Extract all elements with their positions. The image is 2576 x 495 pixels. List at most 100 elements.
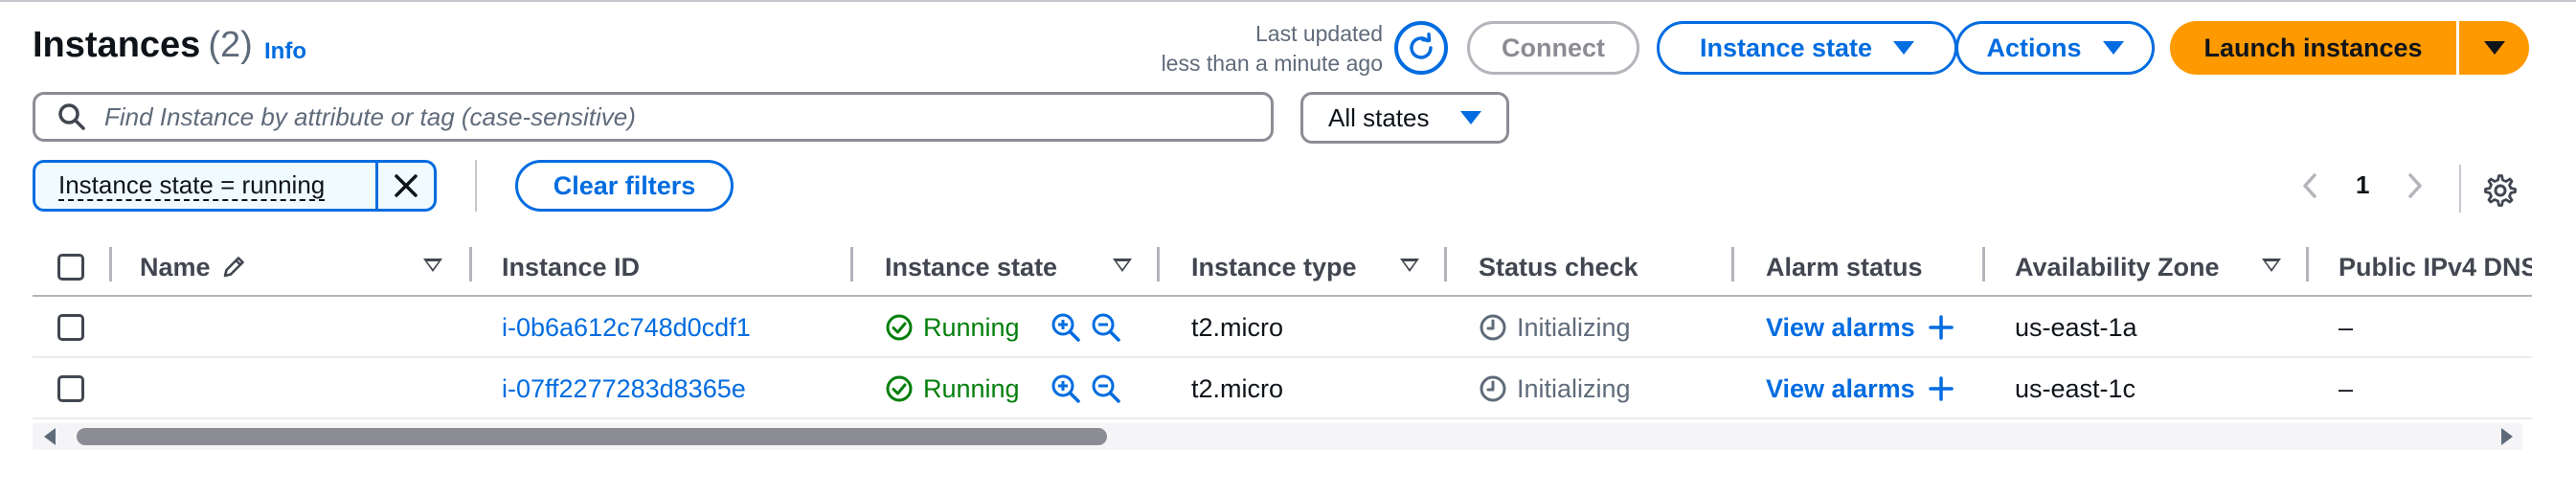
filter-token: Instance state = running bbox=[33, 160, 437, 212]
column-divider bbox=[1731, 247, 1734, 281]
actions-label: Actions bbox=[1986, 33, 2082, 62]
search-input[interactable] bbox=[104, 101, 1206, 132]
column-header-name[interactable]: Name bbox=[140, 237, 247, 297]
launch-instances-button[interactable]: Launch instances bbox=[2170, 21, 2459, 75]
pencil-icon bbox=[223, 257, 244, 278]
current-page[interactable]: 1 bbox=[2356, 170, 2369, 200]
filter-token-text: Instance state = running bbox=[58, 170, 326, 201]
column-header-instance-type[interactable]: Instance type bbox=[1191, 237, 1357, 297]
chevron-left-icon[interactable] bbox=[2300, 171, 2319, 200]
column-divider bbox=[1982, 247, 1985, 281]
page-title-text: Instances bbox=[33, 25, 201, 65]
sort-icon[interactable] bbox=[423, 259, 442, 272]
column-header-status-check[interactable]: Status check bbox=[1479, 237, 1638, 297]
view-alarms-label: View alarms bbox=[1766, 312, 1915, 342]
caret-down-icon bbox=[1893, 41, 1915, 55]
column-divider bbox=[1157, 247, 1160, 281]
launch-instances-split-button: Launch instances bbox=[2170, 21, 2529, 75]
public-dns-cell: – bbox=[2339, 312, 2354, 342]
actions-dropdown[interactable]: Actions bbox=[1955, 21, 2155, 75]
instance-count: (2) bbox=[208, 25, 253, 65]
last-updated: Last updated less than a minute ago bbox=[1101, 19, 1383, 79]
zoom-out-icon[interactable] bbox=[1091, 373, 1121, 404]
column-label: Instance ID bbox=[502, 252, 641, 281]
row-checkbox[interactable] bbox=[57, 375, 84, 402]
view-alarms-label: View alarms bbox=[1766, 373, 1915, 403]
view-alarms-link[interactable]: View alarms bbox=[1766, 297, 1954, 358]
instances-page: Instances (2) Info Last updated less than… bbox=[0, 0, 2576, 495]
chevron-right-icon[interactable] bbox=[2406, 171, 2425, 200]
view-alarms-link[interactable]: View alarms bbox=[1766, 358, 1954, 419]
page-title: Instances (2) bbox=[33, 25, 253, 66]
select-all-checkbox[interactable] bbox=[57, 254, 84, 281]
instance-type-cell: t2.micro bbox=[1191, 312, 1284, 342]
column-header-alarm-status[interactable]: Alarm status bbox=[1766, 237, 1923, 297]
pagination: 1 bbox=[2300, 170, 2425, 200]
last-updated-time: less than a minute ago bbox=[1161, 51, 1383, 76]
column-label: Name bbox=[140, 252, 211, 281]
public-dns-cell: – bbox=[2339, 373, 2354, 403]
search-field[interactable] bbox=[33, 92, 1274, 142]
instance-id-link[interactable]: i-07ff2277283d8365e bbox=[502, 358, 746, 419]
column-divider bbox=[469, 247, 472, 281]
instance-type-cell: t2.micro bbox=[1191, 373, 1284, 403]
row-checkbox[interactable] bbox=[57, 314, 84, 341]
pagination-divider bbox=[2459, 165, 2461, 213]
last-updated-label: Last updated bbox=[1254, 21, 1383, 46]
launch-options-dropdown[interactable] bbox=[2459, 21, 2529, 75]
caret-down-icon bbox=[2102, 41, 2124, 55]
pending-clock-icon bbox=[1480, 314, 1506, 341]
remove-filter-button[interactable] bbox=[378, 163, 434, 209]
add-alarm-icon[interactable] bbox=[1928, 315, 1954, 340]
status-check-cell: Initializing bbox=[1479, 358, 1631, 419]
zoom-in-icon[interactable] bbox=[1051, 373, 1081, 404]
state-actions bbox=[1051, 373, 1121, 404]
status-check-cell: Initializing bbox=[1479, 297, 1631, 358]
instance-state-text: Running bbox=[923, 373, 1020, 403]
state-filter-select[interactable]: All states bbox=[1300, 92, 1509, 144]
instance-id-link[interactable]: i-0b6a612c748d0cdf1 bbox=[502, 297, 751, 358]
clear-filters-button[interactable]: Clear filters bbox=[515, 160, 734, 212]
column-header-availability-zone[interactable]: Availability Zone bbox=[2015, 237, 2220, 297]
sort-icon[interactable] bbox=[1113, 259, 1132, 272]
column-label: Availability Zone bbox=[2015, 252, 2220, 281]
filter-divider bbox=[475, 160, 477, 212]
column-header-instance-id[interactable]: Instance ID bbox=[502, 237, 640, 297]
instance-state-label: Instance state bbox=[1699, 33, 1873, 62]
instance-state-dropdown[interactable]: Instance state bbox=[1657, 21, 1957, 75]
filter-token-label[interactable]: Instance state = running bbox=[35, 163, 378, 209]
column-divider bbox=[1444, 247, 1447, 281]
connect-button[interactable]: Connect bbox=[1467, 21, 1639, 75]
column-header-public-ipv4-dns[interactable]: Public IPv4 DNS bbox=[2339, 237, 2532, 297]
instance-state-cell: Running bbox=[885, 297, 1121, 358]
caret-down-icon bbox=[2483, 41, 2505, 55]
info-link[interactable]: Info bbox=[264, 38, 306, 65]
top-border bbox=[0, 0, 2576, 6]
gear-icon bbox=[2484, 174, 2517, 207]
status-check-text: Initializing bbox=[1517, 373, 1631, 403]
scroll-right-arrow-icon[interactable] bbox=[2501, 428, 2513, 445]
state-filter-value: All states bbox=[1328, 102, 1430, 132]
status-check-text: Initializing bbox=[1517, 312, 1631, 342]
add-alarm-icon[interactable] bbox=[1928, 376, 1954, 401]
sort-icon[interactable] bbox=[1400, 259, 1419, 272]
refresh-icon bbox=[1410, 33, 1433, 59]
column-divider bbox=[109, 247, 112, 281]
column-label: Instance state bbox=[885, 252, 1058, 281]
column-label: Status check bbox=[1479, 252, 1638, 281]
connect-label: Connect bbox=[1502, 33, 1605, 62]
clear-filters-label: Clear filters bbox=[553, 170, 696, 200]
zoom-in-icon[interactable] bbox=[1051, 312, 1081, 343]
refresh-button[interactable] bbox=[1394, 21, 1448, 75]
column-header-instance-state[interactable]: Instance state bbox=[885, 237, 1057, 297]
scrollbar-thumb[interactable] bbox=[77, 428, 1107, 445]
column-label: Public IPv4 DNS bbox=[2339, 252, 2532, 281]
search-icon bbox=[58, 103, 85, 130]
preferences-button[interactable] bbox=[2484, 174, 2517, 212]
success-icon bbox=[886, 375, 913, 402]
success-icon bbox=[886, 314, 913, 341]
zoom-out-icon[interactable] bbox=[1091, 312, 1121, 343]
instance-state-text: Running bbox=[923, 312, 1020, 342]
scroll-left-arrow-icon[interactable] bbox=[44, 428, 56, 445]
sort-icon[interactable] bbox=[2262, 259, 2281, 272]
